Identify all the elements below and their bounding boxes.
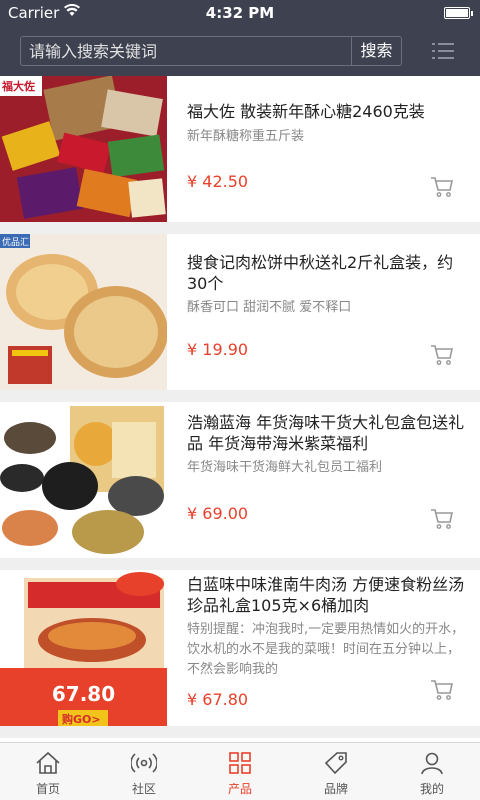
product-title[interactable]: 白蓝味中味淮南牛肉汤 方便速食粉丝汤 珍品礼盒105克×6桶加肉	[187, 574, 467, 616]
product-subtitle: 酥香可口 甜润不腻 爱不释口	[187, 300, 352, 315]
product-title[interactable]: 搜食记肉松饼中秋送礼2斤礼盒装，约30个	[187, 252, 467, 294]
product-price: ¥ 69.00	[187, 504, 249, 523]
add-to-cart-icon[interactable]	[430, 344, 454, 366]
tab-products[interactable]: 产品	[192, 743, 288, 800]
product-price: ¥ 19.90	[187, 340, 249, 359]
tab-home[interactable]: 首页	[0, 743, 96, 800]
product-image-beef-soup[interactable]: 67.80 购GO>	[0, 570, 167, 726]
status-bar: Carrier 4:32 PM	[0, 0, 480, 26]
grid-icon	[229, 752, 251, 774]
tab-brands[interactable]: 品牌	[288, 743, 384, 800]
battery-icon	[444, 7, 470, 19]
product-subtitle: 年货海味干货海鲜大礼包员工福利	[187, 460, 383, 475]
tab-label: 社区	[131, 782, 156, 796]
tab-label: 我的	[419, 782, 444, 796]
search-box: 搜索	[20, 36, 402, 66]
product-title[interactable]: 浩瀚蓝海 年货海味干货大礼包盒包送礼品 年货海带海米紫菜福利	[187, 412, 467, 454]
list-item[interactable]: 67.80 购GO> 白蓝味中味淮南牛肉汤 方便速食粉丝汤 珍品礼盒105克×6…	[0, 570, 480, 726]
search-header: 搜索	[0, 26, 480, 76]
search-input[interactable]	[21, 37, 351, 65]
thumb-price: 67.80	[51, 682, 116, 706]
clock: 4:32 PM	[205, 4, 275, 22]
product-price: ¥ 67.80	[187, 690, 249, 709]
add-to-cart-icon[interactable]	[430, 508, 454, 530]
list-item[interactable]: 福大佐 福大佐 散装新年酥心糖2460克装 新年酥糖称重五斤装 ¥ 42.50	[0, 76, 480, 222]
brand-badge: 优品汇	[2, 238, 30, 248]
home-icon	[36, 751, 60, 774]
list-item[interactable]: 优品汇 搜食记肉松饼中秋送礼2斤礼盒装，约30个 酥香可口 甜润不腻 爱不释口 …	[0, 234, 480, 390]
tab-label: 产品	[227, 782, 252, 796]
broadcast-icon	[131, 753, 157, 773]
product-subtitle: 新年酥糖称重五斤装	[187, 129, 305, 144]
tab-community[interactable]: 社区	[96, 743, 192, 800]
buy-badge: 购GO>	[62, 713, 101, 726]
tab-label: 品牌	[323, 782, 348, 796]
product-title[interactable]: 福大佐 散装新年酥心糖2460克装	[187, 101, 467, 122]
add-to-cart-icon[interactable]	[430, 176, 454, 198]
product-image-pastry[interactable]: 优品汇	[0, 234, 167, 390]
product-image-seafood[interactable]	[0, 402, 167, 558]
list-menu-icon[interactable]	[432, 42, 454, 60]
product-subtitle: 特别提醒：冲泡我时,一定要用热情如火的开水，饮水机的水不是我的菜哦！时间在五分钟…	[187, 622, 465, 677]
add-to-cart-icon[interactable]	[430, 679, 454, 701]
product-price: ¥ 42.50	[187, 172, 249, 191]
tab-profile[interactable]: 我的	[384, 743, 480, 800]
bottom-tab-bar: 首页 社区 产品 品牌 我的	[0, 742, 480, 800]
tab-label: 首页	[35, 782, 60, 796]
tag-icon	[324, 752, 347, 775]
list-item[interactable]: 浩瀚蓝海 年货海味干货大礼包盒包送礼品 年货海带海米紫菜福利 年货海味干货海鲜大…	[0, 402, 480, 558]
user-icon	[421, 752, 443, 775]
search-button[interactable]: 搜索	[351, 37, 401, 65]
brand-badge: 福大佐	[2, 80, 35, 93]
product-image-candy[interactable]: 福大佐	[0, 76, 167, 222]
product-list: 福大佐 福大佐 散装新年酥心糖2460克装 新年酥糖称重五斤装 ¥ 42.50 …	[0, 76, 480, 742]
